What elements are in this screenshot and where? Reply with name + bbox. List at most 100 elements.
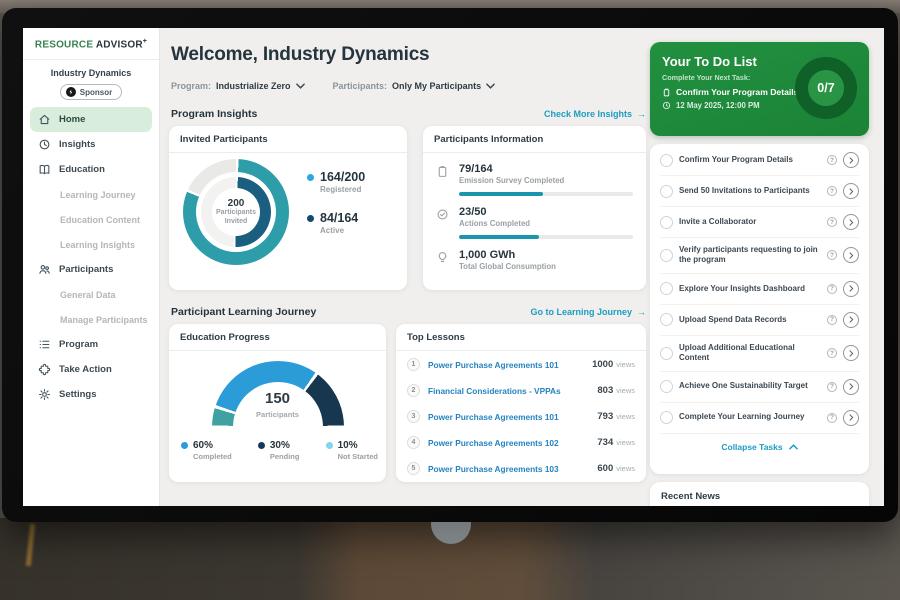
checkbox[interactable] — [660, 249, 673, 262]
link-label: Check More Insights — [544, 109, 632, 119]
info-icon[interactable]: ? — [827, 186, 837, 196]
donut-legend: 164/200 Registered 84/164 Active — [307, 170, 365, 252]
sidebar-item-participants[interactable]: Participants — [23, 257, 159, 282]
go-to-learning-journey-link[interactable]: Go to Learning Journey → — [530, 307, 646, 317]
check-more-insights-link[interactable]: Check More Insights → — [544, 109, 646, 119]
sidebar-item-manage-participants[interactable]: Manage Participants — [23, 307, 159, 332]
sidebar-item-label: Home — [59, 114, 85, 125]
recent-news-title: Recent News — [661, 491, 858, 506]
views-suffix: views — [616, 412, 635, 421]
brand-primary: RESOURCE — [35, 39, 93, 50]
lesson-link[interactable]: Power Purchase Agreements 101 — [428, 360, 592, 370]
checkbox[interactable] — [660, 380, 673, 393]
filter-bar: Program: Industrialize Zero Participants… — [171, 81, 495, 91]
participants-filter-dropdown[interactable]: Participants: Only My Participants — [333, 81, 496, 91]
sidebar-item-program[interactable]: Program — [23, 332, 159, 357]
lesson-link[interactable]: Financial Considerations - VPPAs — [428, 386, 597, 396]
participants-filter-label: Participants: — [333, 81, 388, 91]
program-insights-header: Program Insights Check More Insights → — [171, 108, 646, 120]
participants-information-card: Participants Information 79/164 Emission… — [423, 126, 646, 290]
info-icon[interactable]: ? — [827, 315, 837, 325]
task-label: Upload Additional Educational Content — [679, 343, 821, 364]
task-row-confirm-program: Confirm Your Program Details ? — [660, 145, 859, 176]
info-icon[interactable]: ? — [827, 250, 837, 260]
chevron-right-button[interactable] — [843, 281, 859, 297]
legend-dot — [307, 174, 314, 181]
chevron-right-button[interactable] — [843, 410, 859, 426]
rank-badge: 3 — [407, 410, 420, 423]
section-title: Program Insights — [171, 108, 257, 120]
sidebar-item-learning-journey[interactable]: Learning Journey — [23, 182, 159, 207]
lesson-row: 1 Power Purchase Agreements 101 1000 vie… — [396, 352, 646, 377]
sidebar-item-education-content[interactable]: Education Content — [23, 207, 159, 232]
sidebar-item-label: Participants — [59, 264, 113, 275]
chevron-right-button[interactable] — [843, 183, 859, 199]
sidebar-item-take-action[interactable]: Take Action — [23, 357, 159, 382]
info-icon[interactable]: ? — [827, 284, 837, 294]
info-row-actions: 23/50 Actions Completed — [423, 196, 646, 239]
checkbox[interactable] — [660, 154, 673, 167]
gauge-center-value: 150 — [169, 390, 386, 407]
sidebar-item-education[interactable]: Education — [23, 157, 159, 182]
checkbox[interactable] — [660, 216, 673, 229]
task-label: Achieve One Sustainability Target — [679, 381, 821, 391]
collapse-tasks-link[interactable]: Collapse Tasks — [660, 434, 859, 458]
checkbox[interactable] — [660, 411, 673, 424]
sidebar-item-label: Program — [59, 339, 98, 350]
brand-logo: RESOURCE ADVISOR+ — [23, 38, 159, 50]
legend-value: 60% — [193, 440, 213, 451]
chevron-right-button[interactable] — [843, 312, 859, 328]
legend-value: 30% — [270, 440, 290, 451]
legend-label: Registered — [320, 185, 365, 194]
rank-badge: 2 — [407, 384, 420, 397]
chevron-right-button[interactable] — [843, 345, 859, 361]
checkbox[interactable] — [660, 313, 673, 326]
legend-label: Completed — [193, 452, 232, 461]
legend-value: 84/164 — [320, 211, 358, 225]
sidebar-item-insights[interactable]: Insights — [23, 132, 159, 157]
chevron-right-button[interactable] — [843, 379, 859, 395]
views-suffix: views — [616, 464, 635, 473]
info-value: 23/50 — [459, 206, 633, 218]
legend-item-pending: 30% Pending — [258, 440, 300, 461]
info-icon[interactable]: ? — [827, 217, 837, 227]
lesson-link[interactable]: Power Purchase Agreements 101 — [428, 412, 597, 422]
sidebar-item-learning-insights[interactable]: Learning Insights — [23, 232, 159, 257]
lesson-link[interactable]: Power Purchase Agreements 102 — [428, 438, 597, 448]
page-title: Welcome, Industry Dynamics — [171, 44, 429, 66]
task-label: Explore Your Insights Dashboard — [679, 284, 821, 294]
task-label: Invite a Collaborator — [679, 217, 821, 227]
card-title: Top Lessons — [396, 324, 646, 351]
recent-news-card: Recent News — [650, 482, 869, 506]
lesson-link[interactable]: Power Purchase Agreements 103 — [428, 464, 597, 474]
program-filter-label: Program: — [171, 81, 211, 91]
checkbox[interactable] — [660, 282, 673, 295]
info-icon[interactable]: ? — [827, 413, 837, 423]
sidebar-divider — [23, 59, 159, 60]
donut-center: 200 Participants Invited — [212, 188, 260, 236]
legend-item-completed: 60% Completed — [181, 440, 232, 461]
section-title: Participant Learning Journey — [171, 306, 316, 318]
info-icon[interactable]: ? — [827, 382, 837, 392]
sidebar: RESOURCE ADVISOR+ Industry Dynamics Spon… — [23, 28, 160, 506]
program-filter-dropdown[interactable]: Program: Industrialize Zero — [171, 81, 305, 91]
sponsor-badge[interactable]: Sponsor — [60, 84, 122, 100]
info-icon[interactable]: ? — [827, 155, 837, 165]
info-label: Emission Survey Completed — [459, 176, 633, 185]
chevron-right-button[interactable] — [843, 247, 859, 263]
sponsor-label: Sponsor — [80, 88, 112, 97]
info-row-consumption: 1,000 GWh Total Global Consumption — [423, 239, 646, 271]
views-suffix: views — [616, 386, 635, 395]
screenshot-stage: RESOURCE ADVISOR+ Industry Dynamics Spon… — [0, 0, 900, 600]
sidebar-item-general-data[interactable]: General Data — [23, 282, 159, 307]
chevron-right-button[interactable] — [843, 152, 859, 168]
views-count: 1000 — [592, 359, 613, 370]
sidebar-item-home[interactable]: Home — [30, 107, 152, 132]
checkbox[interactable] — [660, 185, 673, 198]
sidebar-item-settings[interactable]: Settings — [23, 382, 159, 407]
chevron-right-button[interactable] — [843, 214, 859, 230]
clipboard-icon — [662, 88, 671, 97]
checkbox[interactable] — [660, 347, 673, 360]
info-icon[interactable]: ? — [827, 348, 837, 358]
task-row-upload-educational-content: Upload Additional Educational Content ? — [660, 336, 859, 372]
